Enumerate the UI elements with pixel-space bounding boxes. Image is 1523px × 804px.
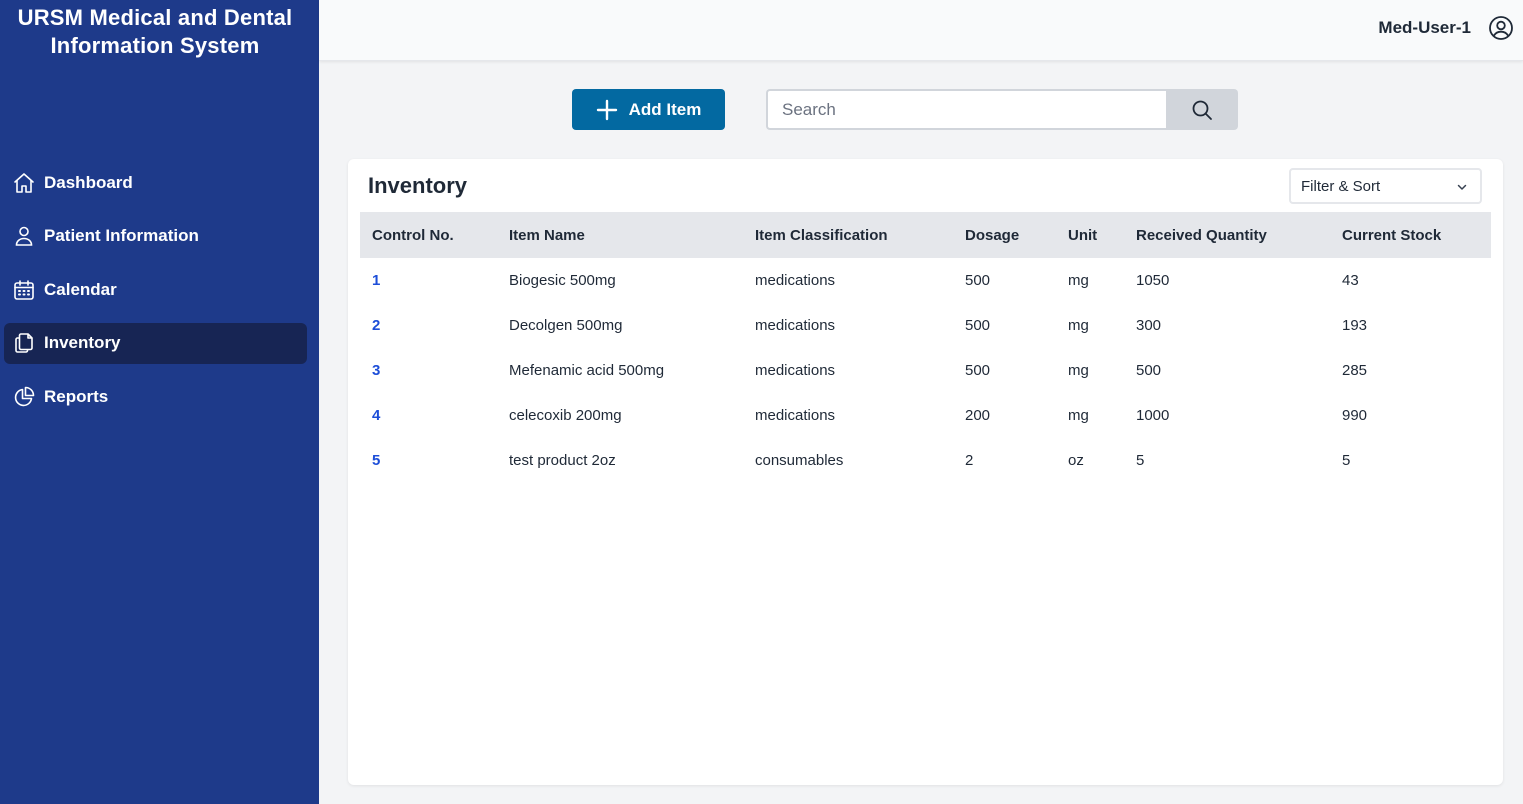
page-title: Inventory [368, 173, 468, 198]
user-circle-icon[interactable] [1488, 15, 1514, 41]
current-stock-cell: 193 [1342, 317, 1368, 334]
received-quantity-cell: 1050 [1136, 272, 1170, 289]
item-name-cell: Biogesic 500mg [509, 272, 616, 289]
filter-sort-dropdown[interactable]: Filter & Sort [1289, 168, 1482, 204]
sidebar-item-patient-information[interactable]: Patient Information [4, 216, 307, 257]
sidebar-item-calendar[interactable]: Calendar [4, 269, 307, 310]
classification-cell: medications [755, 362, 836, 379]
control-number-link[interactable]: 4 [360, 393, 497, 438]
inventory-card: Inventory Filter & Sort Control No. Item… [348, 159, 1503, 785]
sidebar-nav: Dashboard Patient Information Calendar I… [4, 162, 307, 430]
column-header[interactable]: Unit [1056, 212, 1124, 258]
current-stock-cell: 285 [1342, 362, 1368, 379]
chevron-down-icon [1457, 184, 1467, 190]
item-name-cell: Decolgen 500mg [509, 317, 623, 334]
unit-cell: mg [1068, 407, 1089, 424]
sidebar-item-label: Reports [44, 386, 109, 406]
sidebar-item-label: Calendar [44, 279, 117, 299]
classification-cell: consumables [755, 452, 844, 469]
column-header[interactable]: Control No. [360, 212, 497, 258]
received-quantity-cell: 1000 [1136, 407, 1170, 424]
classification-cell: medications [755, 272, 836, 289]
table-header-row: Control No. Item Name Item Classificatio… [360, 212, 1491, 258]
app-title: URSM Medical and Dental Information Syst… [0, 4, 310, 60]
sidebar-item-reports[interactable]: Reports [4, 376, 307, 417]
item-name-cell: test product 2oz [509, 452, 616, 469]
current-stock-cell: 5 [1342, 452, 1351, 469]
home-icon [14, 172, 34, 193]
top-bar: Med-User-1 [319, 0, 1523, 61]
sidebar-item-label: Dashboard [44, 172, 133, 192]
documents-icon [15, 333, 33, 353]
pie-chart-icon [14, 386, 35, 406]
received-quantity-cell: 500 [1136, 362, 1162, 379]
column-header[interactable]: Current Stock [1330, 212, 1491, 258]
calendar-icon [14, 279, 34, 300]
column-header[interactable]: Dosage [953, 212, 1056, 258]
control-number-link[interactable]: 1 [360, 258, 497, 303]
table-row[interactable]: 2 Decolgen 500mg medications 500 mg 300 … [360, 303, 1491, 348]
dosage-cell: 500 [965, 317, 991, 334]
control-number-link[interactable]: 5 [360, 438, 497, 483]
sidebar-item-dashboard[interactable]: Dashboard [4, 162, 307, 203]
add-item-button[interactable]: Add Item [572, 89, 725, 130]
inventory-table: Control No. Item Name Item Classificatio… [360, 212, 1491, 483]
sidebar-item-inventory[interactable]: Inventory [4, 322, 307, 364]
sidebar: URSM Medical and Dental Information Syst… [0, 0, 319, 804]
current-stock-cell: 990 [1342, 407, 1368, 424]
search-input[interactable] [766, 89, 1166, 130]
search-bar [766, 89, 1238, 130]
column-header[interactable]: Item Classification [743, 212, 953, 258]
control-number-link[interactable]: 3 [360, 348, 497, 393]
received-quantity-cell: 5 [1136, 452, 1145, 469]
sidebar-item-label: Patient Information [44, 226, 199, 245]
column-header[interactable]: Item Name [497, 212, 743, 258]
app-title-line1: URSM Medical and Dental [17, 5, 293, 30]
dosage-cell: 500 [965, 362, 991, 379]
unit-cell: mg [1068, 362, 1089, 379]
table-row[interactable]: 1 Biogesic 500mg medications 500 mg 1050… [360, 258, 1491, 303]
sidebar-item-label: Inventory [44, 333, 121, 352]
column-header[interactable]: Received Quantity [1124, 212, 1330, 258]
plus-icon [596, 99, 617, 120]
filter-sort-label: Filter & Sort [1301, 177, 1381, 195]
search-icon [1192, 100, 1212, 120]
search-button[interactable] [1166, 89, 1238, 130]
table-row[interactable]: 4 celecoxib 200mg medications 200 mg 100… [360, 393, 1491, 438]
classification-cell: medications [755, 317, 836, 334]
unit-cell: mg [1068, 272, 1089, 289]
item-name-cell: celecoxib 200mg [509, 407, 622, 424]
received-quantity-cell: 300 [1136, 317, 1162, 334]
current-stock-cell: 43 [1342, 272, 1359, 289]
unit-cell: mg [1068, 317, 1089, 334]
classification-cell: medications [755, 407, 836, 424]
item-name-cell: Mefenamic acid 500mg [509, 362, 665, 379]
app-title-line2: Information System [50, 33, 260, 58]
dosage-cell: 200 [965, 407, 991, 424]
user-name[interactable]: Med-User-1 [1378, 18, 1471, 38]
control-number-link[interactable]: 2 [360, 303, 497, 348]
table-row[interactable]: 3 Mefenamic acid 500mg medications 500 m… [360, 348, 1491, 393]
dosage-cell: 500 [965, 272, 991, 289]
user-icon [15, 226, 33, 246]
table-row[interactable]: 5 test product 2oz consumables 2 oz 5 5 [360, 438, 1491, 483]
add-item-label: Add Item [628, 99, 702, 119]
unit-cell: oz [1068, 452, 1084, 469]
dosage-cell: 2 [965, 452, 974, 469]
